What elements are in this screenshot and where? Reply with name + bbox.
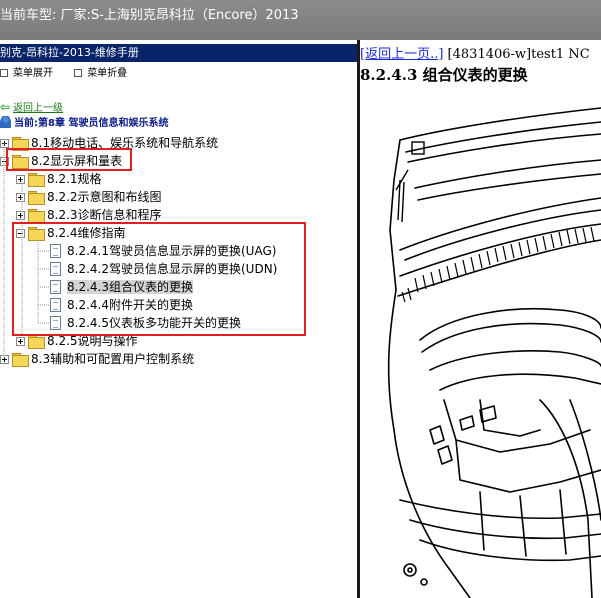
expand-toggle-icon[interactable]: [0, 355, 9, 364]
expand-menu-button[interactable]: 菜单展开: [0, 66, 53, 82]
tree-item-8-3[interactable]: 8.3辅助和可配置用户控制系统: [0, 350, 194, 368]
current-chapter: 当前:第8章 驾驶员信息和娱乐系统: [0, 116, 168, 132]
folder-icon: [28, 335, 45, 349]
back-up-level-link[interactable]: ⇦ 返回上一级: [0, 100, 63, 114]
expand-toggle-icon[interactable]: [0, 139, 9, 148]
navigation-pane: 别克-昂科拉-2013-维修手册 菜单展开 菜单折叠 ⇦ 返回上一级 当前:第8章…: [0, 40, 357, 598]
folder-icon: [28, 173, 45, 187]
procedure-heading: 8.2.4.3 组合仪表的更换: [360, 66, 528, 84]
vehicle-title: 当前车型: 厂家:S-上海别克昂科拉（Encore）2013: [0, 8, 299, 23]
title-bar: 当前车型: 厂家:S-上海别克昂科拉（Encore）2013: [0, 0, 601, 40]
current-chapter-label: 当前:第8章 驾驶员信息和娱乐系统: [14, 118, 169, 129]
tree-item-8-2-2[interactable]: 8.2.2示意图和布线图: [16, 188, 162, 206]
tree-item-label: 8.3辅助和可配置用户控制系统: [31, 352, 195, 366]
tree-item-label: 8.2.5说明与操作: [47, 334, 138, 348]
expand-toggle-icon[interactable]: [16, 175, 25, 184]
tree-item-label: 8.2.1规格: [47, 172, 102, 186]
tree-toolbar: 菜单展开 菜单折叠: [0, 66, 135, 82]
expand-toggle-icon[interactable]: [16, 211, 25, 220]
collapse-menu-button[interactable]: 菜单折叠: [74, 66, 127, 82]
back-page-link[interactable]: [返回上一页..]: [360, 47, 443, 62]
collapse-menu-label: 菜单折叠: [87, 68, 128, 79]
expand-menu-label: 菜单展开: [13, 68, 53, 79]
collapse-icon: [74, 69, 83, 77]
tree-item-label: 8.2.2示意图和布线图: [47, 190, 162, 204]
folder-icon: [28, 209, 45, 223]
person-icon: [0, 116, 11, 128]
highlight-box-8-2-4: [12, 222, 306, 336]
tree-item-8-2-1[interactable]: 8.2.1规格: [16, 170, 102, 188]
expand-toggle-icon[interactable]: [16, 193, 25, 202]
back-up-level-label: 返回上一级: [13, 103, 64, 114]
manual-header: 别克-昂科拉-2013-维修手册: [0, 44, 357, 62]
back-arrow-icon: ⇦: [0, 100, 11, 114]
expand-icon: [0, 69, 8, 77]
expand-toggle-icon[interactable]: [16, 337, 25, 346]
highlight-box-8-2: [6, 148, 132, 171]
tree-item-label: 8.2.3诊断信息和程序: [47, 208, 162, 222]
content-pane: [返回上一页..] [4831406-w]test1 NC 8.2.4.3 组合…: [360, 40, 601, 598]
content-topline: [返回上一页..] [4831406-w]test1 NC: [360, 43, 590, 62]
document-reference: [4831406-w]test1 NC: [443, 47, 590, 62]
folder-icon: [12, 353, 29, 367]
instrument-cluster-illustration: [387, 107, 601, 598]
folder-icon: [28, 191, 45, 205]
